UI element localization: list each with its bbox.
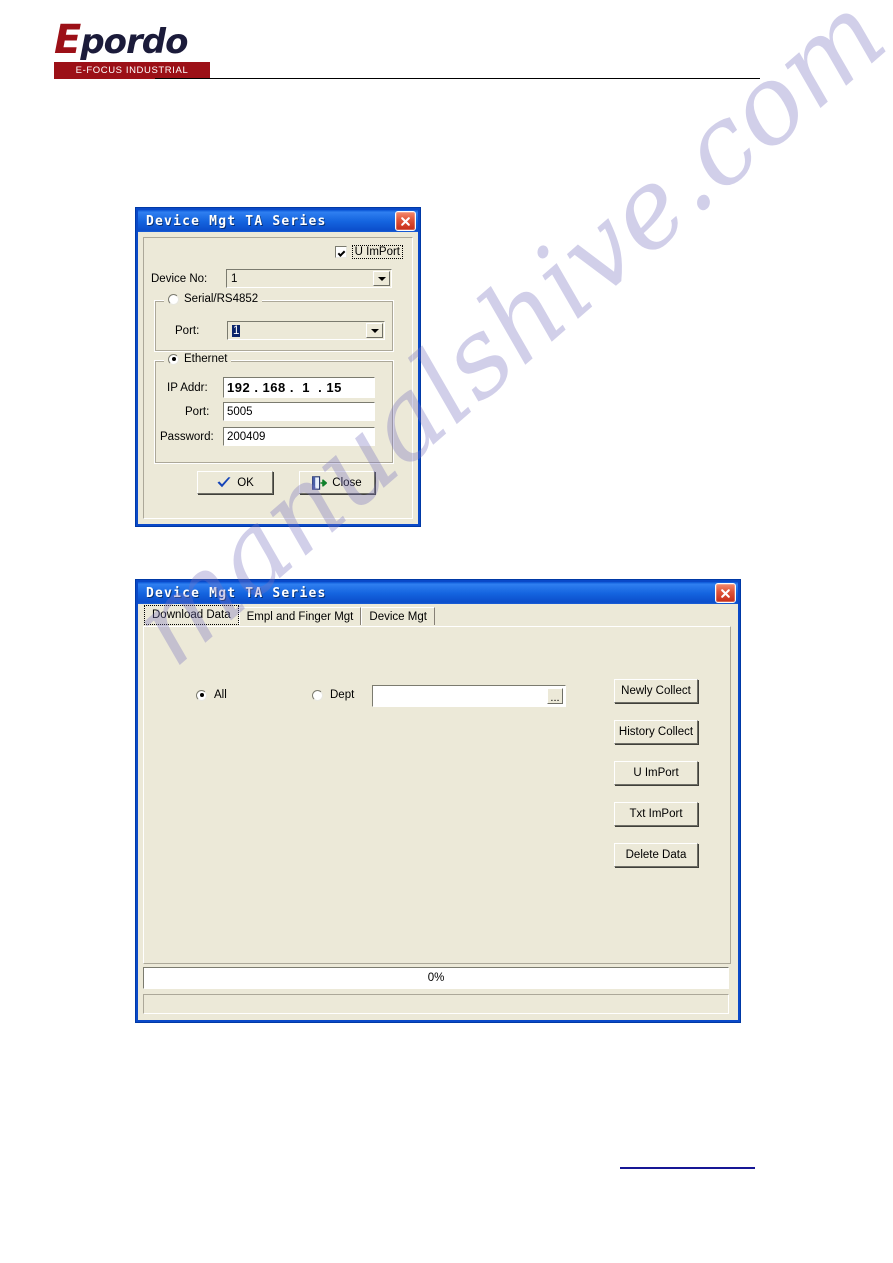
dept-input[interactable]: ...	[372, 685, 566, 707]
history-collect-label: History Collect	[618, 726, 694, 738]
u-import-checkbox-row[interactable]: U ImPort	[334, 245, 403, 259]
page-header: Epordo E-FOCUS INDUSTRIAL	[0, 0, 893, 100]
scope-all-row[interactable]: All	[196, 689, 227, 701]
header-divider	[155, 78, 760, 79]
tab-empl-and-finger-mgt-label: Empl and Finger Mgt	[246, 610, 354, 623]
check-icon	[217, 476, 231, 487]
chevron-down-icon[interactable]	[373, 271, 390, 286]
close-button-label: Close	[332, 476, 362, 489]
scope-dept-radio[interactable]	[312, 689, 323, 701]
progress-bar: 0%	[143, 967, 729, 989]
eth-port-value: 5005	[227, 405, 253, 418]
serial-port-combo[interactable]: 1	[227, 321, 385, 340]
dialog1-panel: U ImPort Device No: 1 Serial/RS4852 Port…	[143, 237, 413, 519]
ok-button-label: OK	[237, 476, 254, 489]
newly-collect-button[interactable]: Newly Collect	[614, 679, 698, 703]
u-import-label[interactable]: U ImPort	[351, 245, 403, 259]
scope-dept-label: Dept	[330, 689, 355, 701]
tab-device-mgt-label: Device Mgt	[369, 610, 427, 623]
ip-dot-2: .	[285, 380, 303, 395]
u-import-button[interactable]: U ImPort	[614, 761, 698, 785]
serial-group-header[interactable]: Serial/RS4852	[164, 293, 263, 305]
progress-bar-text: 0%	[427, 972, 445, 984]
close-button[interactable]: Close	[299, 471, 375, 494]
tab-download-data[interactable]: Download Data	[144, 605, 239, 625]
tab-strip[interactable]: Download Data Empl and Finger Mgt Device…	[144, 605, 435, 625]
close-x-icon[interactable]	[395, 211, 416, 231]
device-mgt-main-dialog[interactable]: Device Mgt TA Series Download Data Empl …	[136, 580, 740, 1022]
history-collect-button[interactable]: History Collect	[614, 720, 698, 744]
chevron-down-icon[interactable]	[366, 323, 383, 338]
close-x-icon[interactable]	[715, 583, 736, 603]
txt-import-button[interactable]: Txt ImPort	[614, 802, 698, 826]
device-no-value: 1	[227, 270, 374, 287]
serial-port-value: 1	[232, 324, 241, 337]
status-bar	[143, 994, 729, 1014]
logo-rest: pordo	[80, 22, 188, 62]
delete-data-label: Delete Data	[625, 849, 687, 861]
delete-data-button[interactable]: Delete Data	[614, 843, 698, 867]
tab-download-data-label: Download Data	[152, 609, 231, 621]
eth-port-label: Port:	[185, 406, 210, 418]
ok-button[interactable]: OK	[197, 471, 273, 494]
download-data-tab-page: All Dept ... Newly Collect History Colle…	[143, 626, 731, 964]
password-value: 200409	[227, 430, 266, 443]
logo-tagline-bar: E-FOCUS INDUSTRIAL	[54, 62, 210, 79]
serial-group-label: Serial/RS4852	[184, 293, 259, 305]
logo-tagline: E-FOCUS INDUSTRIAL	[75, 65, 189, 76]
ip-addr-field[interactable]: 192 . 168 . 1 . 15	[223, 377, 375, 398]
ethernet-group-header[interactable]: Ethernet	[164, 353, 232, 365]
password-label: Password:	[160, 431, 214, 443]
scope-all-radio[interactable]	[196, 689, 207, 701]
tab-empl-and-finger-mgt[interactable]: Empl and Finger Mgt	[238, 607, 362, 625]
ip-octet-2: 168	[262, 380, 286, 395]
device-no-label: Device No:	[151, 273, 208, 285]
dept-browse-label: ...	[550, 692, 560, 704]
newly-collect-label: Newly Collect	[621, 685, 691, 697]
ethernet-group: Ethernet IP Addr: 192 . 168 . 1 . 15 Por…	[154, 353, 394, 464]
ip-dot-3: .	[309, 380, 327, 395]
logo-wordmark: Epordo	[54, 18, 210, 62]
scope-dept-row[interactable]: Dept	[312, 689, 354, 701]
serial-port-label: Port:	[175, 325, 200, 337]
ip-octet-1: 192	[227, 380, 251, 395]
u-import-button-label: U ImPort	[633, 767, 679, 779]
brand-logo: Epordo E-FOCUS INDUSTRIAL	[54, 18, 210, 80]
ip-octet-4: 15	[326, 380, 342, 395]
ethernet-group-label: Ethernet	[184, 353, 228, 365]
ip-octet-3: 1	[302, 380, 310, 395]
u-import-checkbox[interactable]	[334, 246, 347, 258]
dialog1-titlebar[interactable]: Device Mgt TA Series	[138, 210, 418, 232]
serial-radio[interactable]	[168, 293, 179, 305]
device-mgt-connection-dialog[interactable]: Device Mgt TA Series U ImPort Device No:…	[136, 208, 420, 526]
dept-browse-button[interactable]: ...	[547, 688, 563, 704]
device-no-combo[interactable]: 1	[226, 269, 392, 288]
dialog2-title: Device Mgt TA Series	[146, 585, 327, 601]
ethernet-radio[interactable]	[168, 353, 179, 365]
serial-port-value-wrap: 1	[228, 322, 367, 339]
serial-group: Serial/RS4852 Port: 1	[154, 293, 394, 352]
logo-initial: E	[54, 17, 81, 63]
ip-dot-1: .	[250, 380, 263, 395]
footer-link-underline	[620, 1167, 755, 1169]
exit-door-icon	[312, 475, 328, 490]
password-field[interactable]: 200409	[223, 427, 375, 446]
dialog1-title: Device Mgt TA Series	[146, 213, 327, 229]
scope-all-label: All	[214, 689, 227, 701]
dialog2-titlebar[interactable]: Device Mgt TA Series	[138, 582, 738, 604]
txt-import-label: Txt ImPort	[629, 808, 683, 820]
dialog2-body: Download Data Empl and Finger Mgt Device…	[138, 604, 738, 1020]
dialog1-body: U ImPort Device No: 1 Serial/RS4852 Port…	[138, 232, 418, 524]
ip-addr-label: IP Addr:	[167, 382, 208, 394]
tab-device-mgt[interactable]: Device Mgt	[361, 607, 435, 625]
eth-port-field[interactable]: 5005	[223, 402, 375, 421]
